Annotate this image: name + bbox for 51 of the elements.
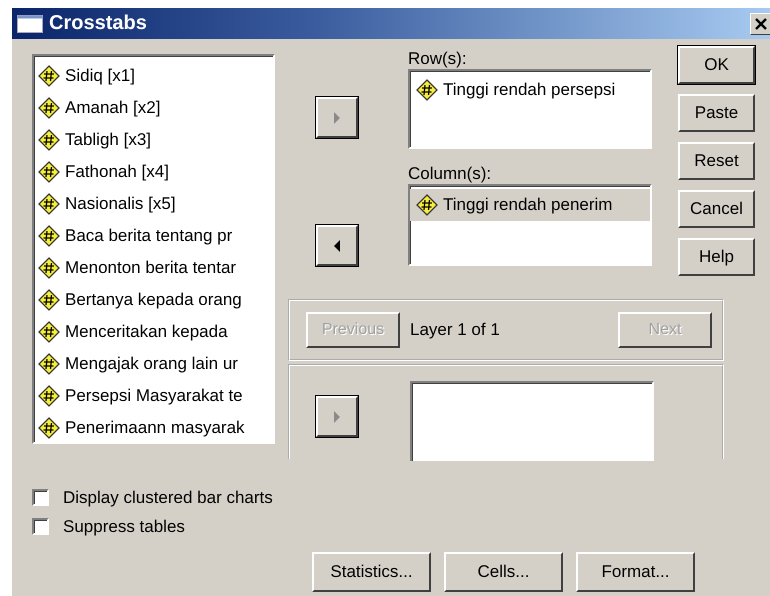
dialog-button[interactable]: OK [678, 46, 755, 84]
scale-variable-icon [38, 321, 60, 343]
variable-item[interactable]: Nasionalis [x5] [34, 188, 273, 220]
variable-item[interactable]: Menceritakan kepada [34, 316, 273, 348]
variable-item[interactable]: Mengajak orang lain ur [34, 348, 273, 380]
dialog-button[interactable]: Format... [576, 552, 695, 592]
dialog-button[interactable]: Help [678, 238, 755, 276]
variable-item[interactable]: Menonton berita tentar [34, 252, 273, 284]
variable-item[interactable]: Tinggi rendah persepsi [410, 74, 650, 106]
scale-variable-icon [38, 289, 60, 311]
scale-variable-icon [38, 129, 60, 151]
layer-label: Layer 1 of 1 [410, 320, 501, 340]
scale-variable-icon [416, 194, 438, 216]
scale-variable-icon [38, 65, 60, 87]
window-icon [17, 14, 43, 32]
dialog-button[interactable]: Reset [678, 142, 755, 180]
scale-variable-icon [38, 257, 60, 279]
dialog-button[interactable]: Paste [678, 94, 755, 132]
scale-variable-icon [38, 353, 60, 375]
right-triangle-icon [332, 110, 342, 124]
scale-variable-icon [38, 193, 60, 215]
left-triangle-icon [332, 238, 342, 252]
variable-item[interactable]: Persepsi Masyarakat te [34, 380, 273, 412]
checkbox[interactable] [32, 518, 49, 535]
scale-variable-icon [38, 417, 60, 439]
close-button[interactable] [750, 12, 770, 34]
dialog-button[interactable]: Statistics... [312, 552, 431, 592]
checkbox-label: Display clustered bar charts [63, 488, 273, 508]
rows-label: Row(s): [408, 49, 468, 69]
scale-variable-icon [38, 385, 60, 407]
variable-item[interactable]: Baca berita tentang pr [34, 220, 273, 252]
checkbox-label: Suppress tables [63, 516, 185, 536]
dialog-button[interactable]: Cells... [444, 552, 563, 592]
right-triangle-icon [332, 410, 342, 424]
close-icon [755, 18, 767, 30]
variable-item[interactable]: Fathonah [x4] [34, 156, 273, 188]
variable-item[interactable]: Amanah [x2] [34, 92, 273, 124]
checkbox[interactable] [32, 489, 49, 506]
scale-variable-icon [38, 161, 60, 183]
window-title: Crosstabs [49, 12, 148, 35]
scale-variable-icon [38, 97, 60, 119]
variable-item[interactable]: Penerimaann masyarak [34, 412, 273, 442]
scale-variable-icon [38, 225, 60, 247]
move-button[interactable] [316, 225, 358, 266]
variable-item[interactable]: Tinggi rendah penerim [410, 189, 650, 221]
dialog-button[interactable]: Cancel [678, 190, 755, 228]
variable-item[interactable]: Sidiq [x1] [34, 60, 273, 92]
columns-label: Column(s): [408, 164, 492, 184]
variable-item[interactable]: Bertanya kepada orang [34, 284, 273, 316]
scale-variable-icon [416, 79, 438, 101]
variable-item[interactable]: Tabligh [x3] [34, 124, 273, 156]
